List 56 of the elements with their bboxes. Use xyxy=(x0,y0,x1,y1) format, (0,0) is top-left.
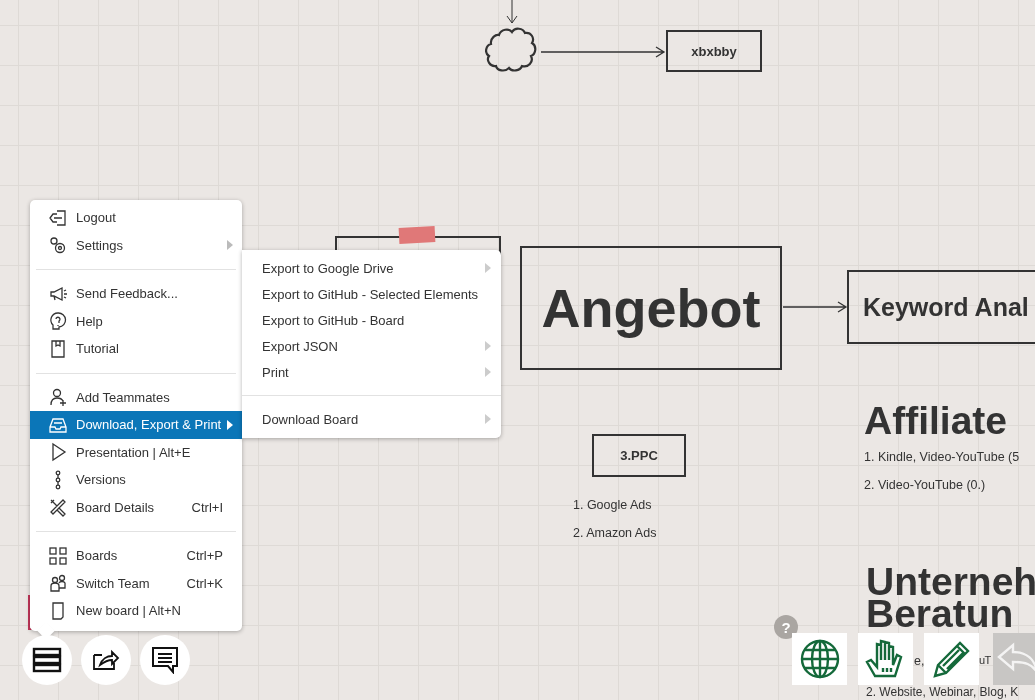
arrow xyxy=(506,0,518,24)
heading-text: Unterneh Beratun xyxy=(866,566,1035,630)
tape-mark xyxy=(398,226,436,244)
caret-icon xyxy=(485,263,491,273)
menu-icon xyxy=(32,647,62,673)
share-icon xyxy=(92,649,120,671)
menu-item[interactable]: Boards Ctrl+P xyxy=(30,542,242,570)
node-box: Angebot xyxy=(520,246,782,370)
menu-button[interactable] xyxy=(22,635,72,685)
add-person-icon xyxy=(48,387,68,408)
menu-item[interactable]: Download, Export & Print xyxy=(30,411,242,439)
menu-item[interactable]: Board Details Ctrl+I xyxy=(30,493,242,521)
list-text: 1. Kindle, Video-YouTube (5 2. Video-YouTube (0.) xyxy=(864,449,1020,494)
text-fragment: uT xyxy=(979,654,991,666)
book-icon xyxy=(48,338,68,359)
caret-icon xyxy=(227,240,233,251)
heading-text: Affiliate xyxy=(864,402,1007,439)
pencil-button[interactable] xyxy=(924,633,979,685)
menu-item[interactable]: Switch Team Ctrl+K xyxy=(30,569,242,597)
team-icon xyxy=(48,573,68,594)
list-text: 2. Website, Webinar, Blog, K xyxy=(866,686,1019,699)
node-box: 3.PPC xyxy=(592,434,686,477)
menu-item[interactable]: Logout xyxy=(30,204,242,232)
menu-item[interactable]: Add Teammates xyxy=(30,383,242,411)
list-text: 1. Google Ads 2. Amazon Ads xyxy=(573,497,657,542)
menu-item[interactable]: Export to Google Drive xyxy=(242,255,501,281)
menu-item[interactable]: Help xyxy=(30,307,242,335)
menu-item[interactable]: Download Board xyxy=(242,406,501,432)
arrow xyxy=(782,301,848,313)
menu-item[interactable]: Export to GitHub - Selected Elements xyxy=(242,281,501,307)
caret-icon xyxy=(485,367,491,377)
tools-icon xyxy=(48,497,68,518)
menu-item[interactable]: Export JSON xyxy=(242,333,501,359)
menu-item[interactable]: New board | Alt+N xyxy=(30,597,242,625)
logout-icon xyxy=(48,207,68,228)
caret-icon xyxy=(485,341,491,351)
node-box: xbxbby xyxy=(666,30,762,72)
help-icon xyxy=(48,311,68,332)
menu-item[interactable]: Versions xyxy=(30,466,242,494)
menu-item[interactable]: Presentation | Alt+E xyxy=(30,438,242,466)
caret-icon xyxy=(227,419,233,430)
caret-icon xyxy=(485,414,491,424)
menu-item[interactable]: Settings xyxy=(30,231,242,259)
hand-button[interactable] xyxy=(858,633,913,685)
menu-item[interactable]: Export to GitHub - Board xyxy=(242,307,501,333)
grid-icon xyxy=(48,545,68,566)
comment-button[interactable] xyxy=(140,635,190,685)
text-fragment: e, xyxy=(914,654,925,668)
share-button[interactable] xyxy=(81,635,131,685)
node-box: Keyword Anal xyxy=(847,270,1035,344)
settings-icon xyxy=(48,235,68,256)
globe-button[interactable] xyxy=(792,633,847,685)
menu-item[interactable]: Tutorial xyxy=(30,335,242,363)
comment-icon xyxy=(151,646,179,674)
menu-item[interactable]: Send Feedback... xyxy=(30,280,242,308)
menu-item[interactable]: Print xyxy=(242,359,501,385)
